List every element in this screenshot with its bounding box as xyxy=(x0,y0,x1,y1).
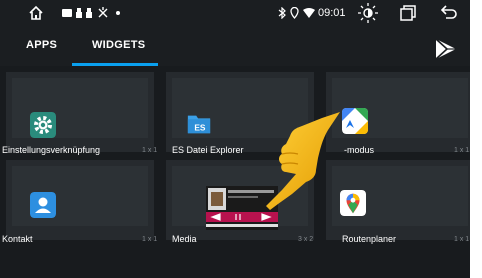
maps-pin-icon xyxy=(340,190,366,216)
widget-size: 1 x 1 xyxy=(142,147,158,154)
wifi-icon xyxy=(303,8,315,18)
pointing-hand-icon xyxy=(266,112,340,210)
tab-widgets[interactable]: WIDGETS xyxy=(92,39,145,51)
status-bar: 09:01 xyxy=(0,0,470,26)
bluetooth-icon xyxy=(278,7,286,19)
widget-size: 1 x 1 xyxy=(454,147,470,154)
widget-tile[interactable] xyxy=(6,160,154,240)
contact-person-icon xyxy=(30,192,56,218)
debug-icon xyxy=(98,7,108,18)
widget-tile[interactable] xyxy=(326,72,470,152)
widget-label: Media xyxy=(172,234,197,244)
svg-text:ES: ES xyxy=(194,122,206,132)
back-icon[interactable] xyxy=(440,5,458,21)
usb-icon xyxy=(86,8,92,18)
widget-tile[interactable] xyxy=(326,160,470,240)
widget-grid: Einstellungsverknüpfung 1 x 1 ES ES Date… xyxy=(0,66,470,278)
clock: 09:01 xyxy=(318,7,346,19)
widget-label: Kontakt xyxy=(2,234,33,244)
settings-gear-icon xyxy=(30,112,56,138)
widget-label: ES Datei Explorer xyxy=(172,145,244,155)
widget-label: Einstellungsverknüpfung xyxy=(2,145,101,155)
widget-label: -modus xyxy=(344,145,375,155)
recent-apps-icon[interactable] xyxy=(400,5,416,21)
location-icon xyxy=(290,7,299,19)
widget-tile[interactable] xyxy=(6,72,154,152)
play-store-icon[interactable] xyxy=(434,38,458,60)
usb-icon xyxy=(76,8,82,18)
widget-label: Routenplaner xyxy=(342,234,397,244)
widget-size: 1 x 1 xyxy=(142,236,158,243)
sd-card-icon xyxy=(62,9,72,17)
es-file-explorer-icon: ES xyxy=(187,115,211,134)
google-maps-icon xyxy=(342,108,368,134)
tab-apps[interactable]: APPS xyxy=(26,39,57,51)
brightness-icon[interactable] xyxy=(358,3,378,23)
tab-bar: APPS WIDGETS xyxy=(0,26,470,66)
dot-icon xyxy=(116,11,120,15)
android-screen: 09:01 APPS WIDGETS Einstellungsverknüpfu… xyxy=(0,0,470,278)
widget-size: 1 x 1 xyxy=(454,236,470,243)
widget-size: 3 x 2 xyxy=(298,236,314,243)
home-icon[interactable] xyxy=(28,5,44,21)
